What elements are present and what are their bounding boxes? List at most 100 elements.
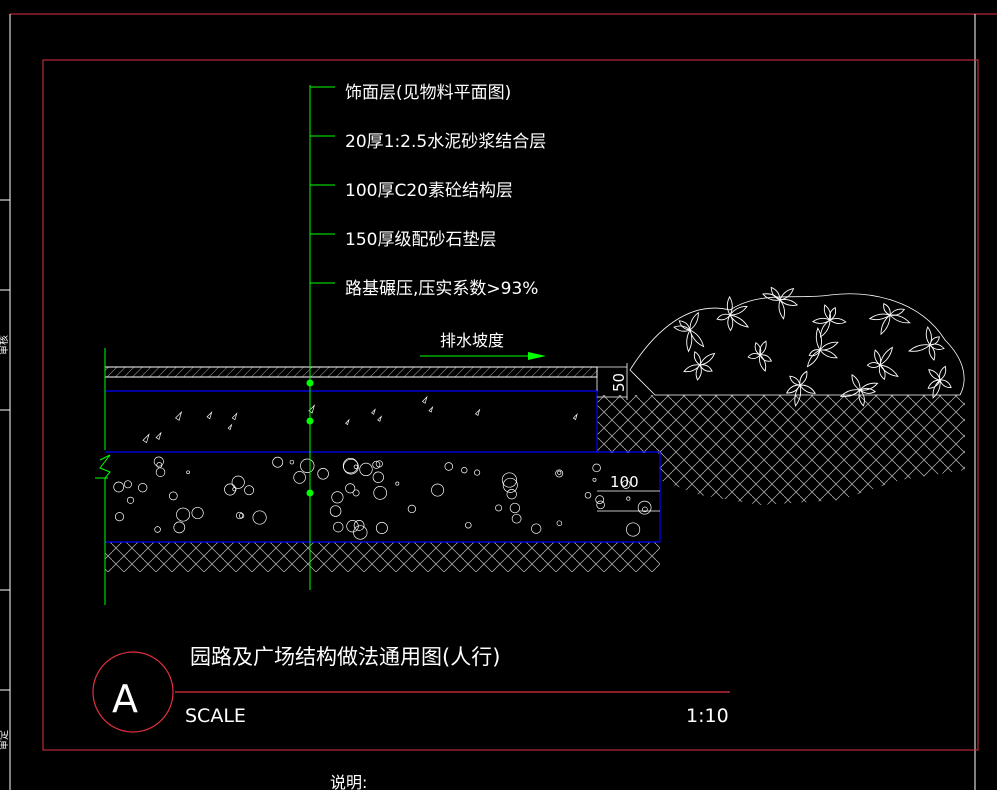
left-edge-label-1: 审核: [0, 335, 10, 355]
slope-indicator: 排水坡度: [420, 331, 546, 360]
gravel-stone-mark: [114, 512, 125, 522]
shrub-leaf-mark: [689, 311, 699, 331]
gravel-stone-mark: [596, 500, 605, 510]
concrete-aggregate-mark: [428, 405, 434, 413]
leader-dot-2: [306, 417, 314, 425]
shrub-leaf-mark: [779, 288, 795, 301]
gravel-stone-mark: [332, 521, 344, 533]
layer-label-concrete: 100厚C20素砼结构层: [345, 181, 513, 201]
concrete-aggregate-mark: [377, 415, 383, 422]
gravel-stone-mark: [444, 462, 454, 471]
shrub-leaf-mark: [939, 379, 952, 388]
gravel-stone-mark: [329, 505, 342, 517]
gravel-stone-mark: [372, 471, 384, 483]
gravel-stone-mark: [431, 483, 445, 497]
concrete-aggregate-mark: [155, 431, 162, 441]
gravel-stone-mark: [168, 491, 178, 501]
shrub-leaf-mark: [928, 369, 941, 381]
layer-label-mortar: 20厚1:2.5水泥砂浆结合层: [345, 132, 546, 152]
gravel-stone-mark: [407, 504, 417, 514]
gravel-stone-mark: [293, 471, 306, 484]
shrub-leaf-mark: [815, 327, 822, 351]
concrete-aggregate-mark: [175, 410, 183, 421]
gravel-stone-mark: [342, 458, 359, 474]
shrub-leaf-mark: [939, 365, 947, 381]
gravel-stone-mark: [495, 504, 503, 512]
shrub-leaf-mark: [699, 364, 713, 372]
gravel-stone-mark: [531, 523, 542, 534]
concrete-aggregate-mark: [421, 395, 428, 404]
shrub-leaf-mark: [879, 346, 894, 366]
leader-dot-1: [306, 379, 314, 387]
gravel-stone-mark: [595, 495, 605, 504]
gravel-stone-mark: [346, 520, 359, 533]
gravel-stone-mark: [511, 513, 522, 524]
gravel-stone-mark: [191, 506, 204, 520]
gravel-stone-mark: [224, 483, 237, 496]
slope-label: 排水坡度: [440, 331, 504, 350]
gravel-stone-mark: [626, 522, 641, 537]
finish-layer: [104, 366, 598, 378]
gravel-stone-mark: [113, 481, 125, 493]
layer-label-gravel: 150厚级配砂石垫层: [345, 230, 496, 250]
gravel-stone-mark: [272, 456, 284, 468]
gravel-stone-mark: [474, 469, 481, 476]
layer-label-subgrade: 路基碾压,压实系数>93%: [345, 279, 538, 299]
gravel-stone-mark: [556, 520, 563, 526]
gravel-stone-mark: [331, 491, 344, 504]
shrub-leaf-mark: [819, 349, 838, 359]
gravel-stone-mark: [289, 459, 295, 465]
gravel-stone-mark: [300, 458, 315, 473]
gravel-stone-mark: [584, 492, 592, 499]
gravel-stone-mark: [126, 496, 135, 504]
gravel-stone-mark: [501, 472, 517, 488]
gravel-stone-mark: [154, 526, 161, 533]
detail-letter: A: [112, 677, 138, 721]
shrub-leaf-mark: [699, 352, 716, 366]
leader-dot-3: [306, 489, 314, 497]
concrete-layer: [105, 391, 597, 452]
concrete-aggregate-mark: [474, 408, 481, 417]
shrub-leaf-mark: [759, 354, 773, 362]
dim-top-label: 50: [610, 373, 628, 392]
shrub-leaf-mark: [928, 344, 936, 361]
gravel-stone-mark: [359, 462, 373, 477]
shrub-leaf-mark: [789, 375, 801, 386]
gravel-stone-mark: [353, 520, 365, 531]
shrub-leaf-mark: [726, 295, 733, 316]
shrub-leaf-mark: [686, 329, 693, 353]
concrete-aggregate-mark: [227, 423, 233, 431]
gravel-stone-mark: [231, 475, 245, 489]
gravel-stone-mark: [345, 483, 356, 494]
title-block: A 园路及广场结构做法通用图(人行) SCALE 1:10 说明:: [92, 645, 730, 790]
layer-label-finish: 饰面层(见物料平面图): [345, 83, 511, 103]
gravel-stone-mark: [155, 467, 166, 477]
drawing-title: 园路及广场结构做法通用图(人行): [190, 645, 500, 669]
gravel-stone-mark: [557, 470, 562, 475]
shrub-leaf-mark: [868, 313, 891, 321]
shrub-leaf-mark: [693, 351, 701, 366]
gravel-stone-mark: [509, 502, 521, 514]
shrub-leaf-mark: [799, 384, 816, 394]
shrub-leaf-mark: [851, 374, 861, 391]
gravel-stone-mark: [176, 507, 191, 522]
planting-bed: [629, 286, 965, 505]
dim-side-label: 100: [610, 473, 639, 491]
shrub-leaf-mark: [819, 341, 839, 351]
left-edge-label-2: 审定: [0, 730, 10, 750]
concrete-aggregate-mark: [345, 418, 350, 426]
concrete-aggregate-mark: [142, 433, 150, 444]
gravel-stone-mark: [395, 481, 400, 486]
gravel-stone-mark: [138, 483, 148, 493]
mortar-layer: [104, 376, 598, 392]
gravel-stone-mark: [375, 522, 388, 534]
shrub-leaf-mark: [889, 308, 906, 316]
scale-value: 1:10: [686, 705, 729, 727]
gravel-stone-mark: [592, 477, 597, 482]
shrub-leaf-mark: [747, 352, 761, 360]
gravel-stone-mark: [502, 477, 518, 493]
gravel-stone-mark: [465, 521, 472, 529]
shrub-leaf-mark: [759, 354, 767, 372]
gravel-stone-mark: [123, 480, 132, 489]
gravel-stone-mark: [173, 521, 186, 534]
